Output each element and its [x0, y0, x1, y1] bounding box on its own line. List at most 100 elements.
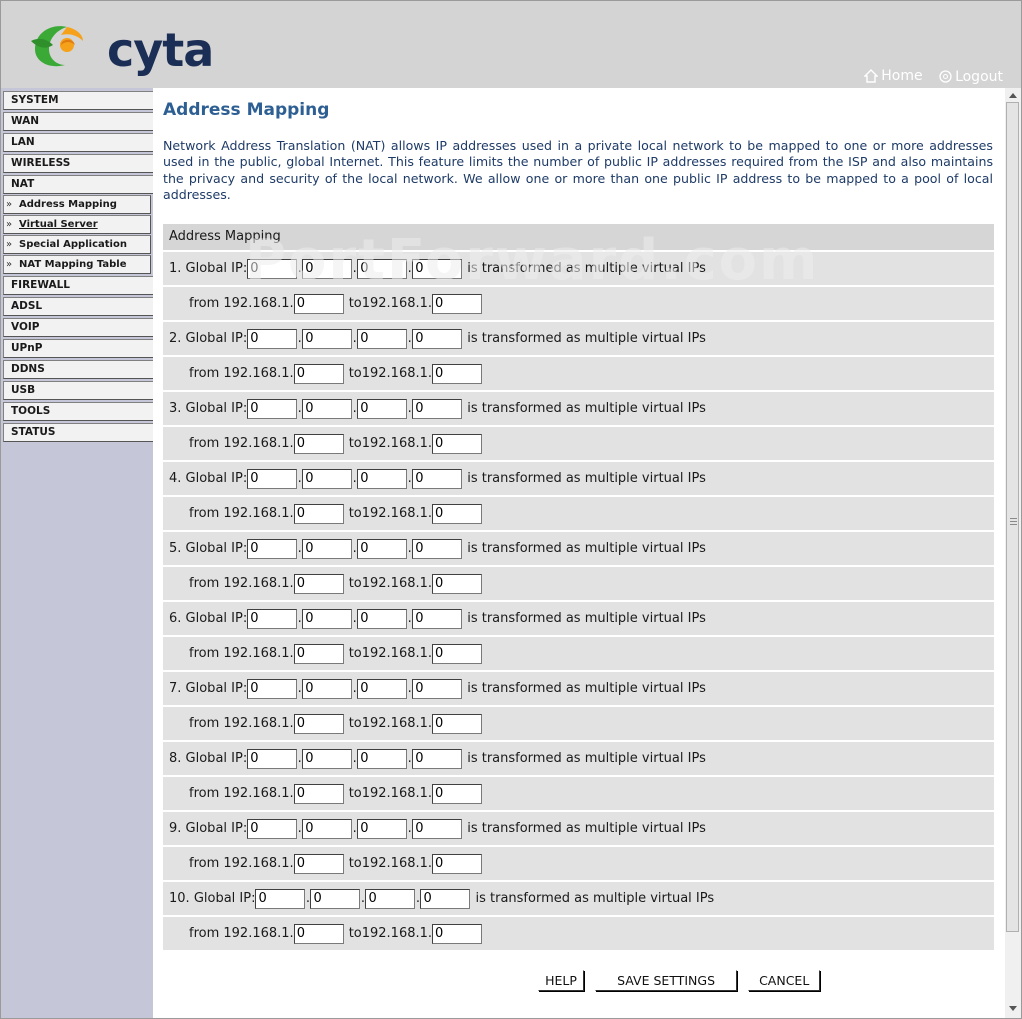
global-ip-octet-2-input[interactable] — [302, 678, 353, 699]
global-ip-label: Global IP: — [185, 331, 248, 346]
global-ip-octet-3-input[interactable] — [357, 398, 408, 419]
global-ip-octet-2-input[interactable] — [302, 468, 353, 489]
from-label: from 192.168.1. — [189, 366, 294, 381]
to-octet-input[interactable] — [432, 503, 483, 524]
global-ip-octet-2-input[interactable] — [302, 398, 353, 419]
from-label: from 192.168.1. — [189, 436, 294, 451]
address-mapping-panel: Address Mapping 1. Global IP:...is trans… — [163, 224, 994, 950]
global-ip-octet-3-input[interactable] — [357, 468, 408, 489]
global-ip-octet-4-input[interactable] — [412, 678, 463, 699]
from-octet-input[interactable] — [293, 783, 344, 804]
local-range-row: from 192.168.1. to192.168.1. — [163, 285, 994, 320]
global-ip-octet-3-input[interactable] — [357, 678, 408, 699]
scroll-up-icon[interactable] — [1009, 93, 1017, 98]
sidebar-subitem-virtual-server[interactable]: » Virtual Server — [3, 215, 151, 234]
from-octet-input[interactable] — [293, 433, 344, 454]
from-octet-input[interactable] — [293, 573, 344, 594]
global-ip-octet-1-input[interactable] — [247, 678, 298, 699]
to-octet-input[interactable] — [432, 433, 483, 454]
sidebar-item-status[interactable]: STATUS — [3, 423, 156, 442]
local-range-row: from 192.168.1. to192.168.1. — [163, 425, 994, 460]
sidebar-subitem-nat-mapping-table[interactable]: » NAT Mapping Table — [3, 255, 151, 274]
to-octet-input[interactable] — [432, 293, 483, 314]
global-ip-octet-1-input[interactable] — [247, 258, 298, 279]
global-ip-octet-2-input[interactable] — [302, 818, 353, 839]
global-ip-label: Global IP: — [185, 541, 248, 556]
sidebar-subitem-address-mapping[interactable]: » Address Mapping — [3, 195, 151, 214]
from-octet-input[interactable] — [293, 363, 344, 384]
scrollbar-thumb[interactable] — [1006, 102, 1019, 932]
vertical-scrollbar[interactable] — [1005, 88, 1021, 1018]
global-ip-octet-3-input[interactable] — [357, 608, 408, 629]
from-octet-input[interactable] — [293, 643, 344, 664]
home-link[interactable]: Home — [864, 68, 923, 84]
global-ip-octet-3-input[interactable] — [365, 888, 416, 909]
global-ip-octet-1-input[interactable] — [247, 538, 298, 559]
cancel-button[interactable]: CANCEL — [748, 970, 821, 991]
global-ip-octet-3-input[interactable] — [357, 538, 408, 559]
to-octet-input[interactable] — [432, 643, 483, 664]
global-ip-octet-1-input[interactable] — [255, 888, 306, 909]
global-ip-octet-3-input[interactable] — [357, 328, 408, 349]
to-label: to192.168.1. — [348, 646, 433, 661]
global-ip-octet-4-input[interactable] — [412, 818, 463, 839]
sidebar-item-voip[interactable]: VOIP — [3, 318, 156, 337]
to-octet-input[interactable] — [432, 713, 483, 734]
from-octet-input[interactable] — [293, 503, 344, 524]
to-octet-input[interactable] — [432, 573, 483, 594]
global-ip-octet-1-input[interactable] — [247, 328, 298, 349]
save-settings-button[interactable]: SAVE SETTINGS — [595, 970, 738, 991]
from-octet-input[interactable] — [293, 853, 344, 874]
global-ip-octet-1-input[interactable] — [247, 818, 298, 839]
from-octet-input[interactable] — [293, 923, 344, 944]
global-ip-octet-4-input[interactable] — [412, 608, 463, 629]
global-ip-octet-2-input[interactable] — [310, 888, 361, 909]
sidebar-item-upnp[interactable]: UPnP — [3, 339, 156, 358]
scroll-down-icon[interactable] — [1009, 1006, 1017, 1011]
transform-text: is transformed as multiple virtual IPs — [467, 541, 706, 556]
global-ip-label: Global IP: — [185, 471, 248, 486]
sidebar-item-usb[interactable]: USB — [3, 381, 156, 400]
global-ip-octet-3-input[interactable] — [357, 258, 408, 279]
global-ip-octet-3-input[interactable] — [357, 748, 408, 769]
sidebar-item-lan[interactable]: LAN — [3, 133, 156, 152]
from-label: from 192.168.1. — [189, 506, 294, 521]
global-ip-octet-4-input[interactable] — [412, 328, 463, 349]
from-octet-input[interactable] — [293, 713, 344, 734]
from-octet-input[interactable] — [293, 293, 344, 314]
to-octet-input[interactable] — [432, 923, 483, 944]
to-octet-input[interactable] — [432, 853, 483, 874]
help-button[interactable]: HELP — [538, 970, 584, 991]
sidebar-item-tools[interactable]: TOOLS — [3, 402, 156, 421]
global-ip-octet-4-input[interactable] — [412, 538, 463, 559]
global-ip-octet-4-input[interactable] — [412, 398, 463, 419]
global-ip-octet-1-input[interactable] — [247, 398, 298, 419]
sidebar-item-firewall[interactable]: FIREWALL — [3, 276, 156, 295]
global-ip-octet-4-input[interactable] — [412, 468, 463, 489]
global-ip-octet-2-input[interactable] — [302, 608, 353, 629]
global-ip-octet-4-input[interactable] — [412, 258, 463, 279]
sidebar: SYSTEM WAN LAN WIRELESS NAT » Address Map… — [1, 88, 156, 1018]
transform-text: is transformed as multiple virtual IPs — [475, 891, 715, 906]
sidebar-subitem-special-application[interactable]: » Special Application — [3, 235, 151, 254]
logout-link[interactable]: Logout — [939, 69, 1003, 85]
sidebar-item-system[interactable]: SYSTEM — [3, 91, 156, 110]
global-ip-octet-1-input[interactable] — [247, 468, 298, 489]
global-ip-octet-2-input[interactable] — [302, 328, 353, 349]
global-ip-octet-1-input[interactable] — [247, 608, 298, 629]
sidebar-item-ddns[interactable]: DDNS — [3, 360, 156, 379]
global-ip-octet-4-input[interactable] — [412, 748, 463, 769]
sidebar-item-adsl[interactable]: ADSL — [3, 297, 156, 316]
local-range-row: from 192.168.1. to192.168.1. — [163, 355, 994, 390]
to-octet-input[interactable] — [432, 783, 483, 804]
sidebar-item-nat[interactable]: NAT — [3, 175, 156, 194]
global-ip-octet-2-input[interactable] — [302, 258, 353, 279]
global-ip-octet-3-input[interactable] — [357, 818, 408, 839]
global-ip-octet-1-input[interactable] — [247, 748, 298, 769]
global-ip-octet-2-input[interactable] — [302, 748, 353, 769]
sidebar-item-wan[interactable]: WAN — [3, 112, 156, 131]
global-ip-octet-4-input[interactable] — [420, 888, 471, 909]
to-octet-input[interactable] — [432, 363, 483, 384]
global-ip-octet-2-input[interactable] — [302, 538, 353, 559]
sidebar-item-wireless[interactable]: WIRELESS — [3, 154, 156, 173]
